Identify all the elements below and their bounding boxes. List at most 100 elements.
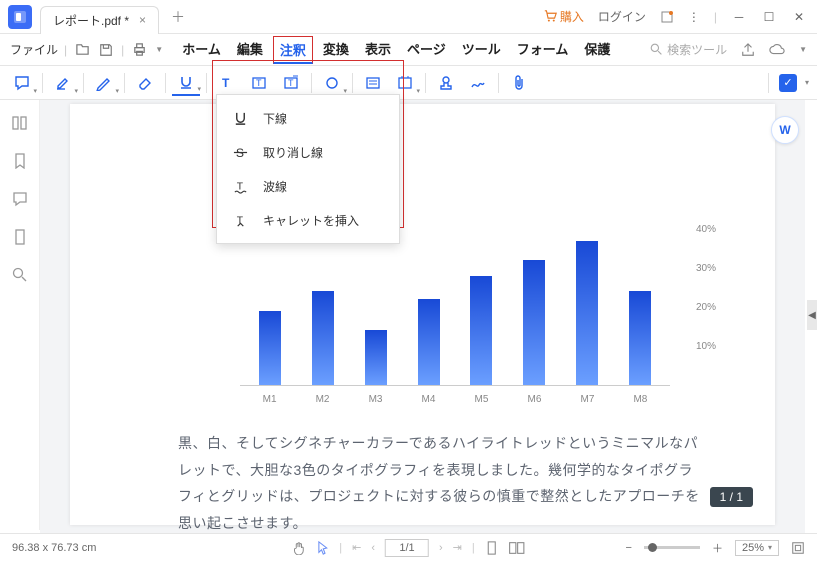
- thumbnails-icon[interactable]: [11, 114, 29, 132]
- menu-tool[interactable]: ツール: [456, 36, 507, 64]
- menu-annotate[interactable]: 注釈: [273, 36, 313, 64]
- first-page-icon[interactable]: ⇤: [352, 541, 361, 554]
- cloud-icon[interactable]: [769, 43, 785, 57]
- bookmark-icon[interactable]: [11, 152, 29, 170]
- help-icon[interactable]: ▼: [799, 45, 807, 54]
- search-tool[interactable]: 検索ツール: [650, 41, 727, 58]
- attachment-tool[interactable]: [505, 70, 533, 96]
- word-export-badge[interactable]: W: [771, 116, 799, 144]
- stamp-tool[interactable]: [432, 70, 460, 96]
- menu-protect[interactable]: 保護: [578, 36, 616, 64]
- zoom-slider[interactable]: [644, 546, 700, 549]
- facing-mode-icon[interactable]: [509, 541, 525, 555]
- file-menu[interactable]: ファイル: [10, 41, 58, 58]
- bar-M2: [312, 291, 334, 385]
- last-page-icon[interactable]: ⇥: [453, 541, 462, 554]
- measure-tool[interactable]: ▾: [391, 70, 419, 96]
- buy-link[interactable]: 購入: [544, 8, 584, 25]
- y-label: 40%: [696, 224, 716, 235]
- x-label: M1: [250, 394, 290, 405]
- page: M1M2M3M4M5M6M7M810%20%30%40% 黒、白、そしてシグネチ…: [70, 104, 775, 525]
- cart-icon: [544, 10, 557, 23]
- next-page-icon[interactable]: ›: [439, 542, 443, 554]
- svg-text:T: T: [288, 78, 294, 88]
- close-tab-icon[interactable]: ×: [139, 13, 146, 27]
- text-comment-tool[interactable]: T: [277, 70, 305, 96]
- underline-tool[interactable]: ▾: [172, 70, 200, 96]
- print-icon[interactable]: [130, 41, 148, 59]
- dropdown-squiggly[interactable]: T 波線: [217, 169, 399, 203]
- dropdown-underline[interactable]: 下線: [217, 101, 399, 135]
- shape-tool[interactable]: ▾: [318, 70, 346, 96]
- eraser-tool[interactable]: [131, 70, 159, 96]
- prev-page-icon[interactable]: ‹: [371, 542, 375, 554]
- highlight-tool[interactable]: ▾: [49, 70, 77, 96]
- svg-text:T: T: [236, 181, 243, 192]
- underline-icon: [231, 109, 249, 127]
- app-icon: [8, 5, 32, 29]
- zoom-out-icon[interactable]: −: [626, 542, 632, 554]
- main-menu: ホーム 編集 注釈 変換 表示 ページ ツール フォーム 保護: [176, 36, 616, 64]
- zoom-in-icon[interactable]: ＋: [712, 540, 723, 556]
- bar-chart: M1M2M3M4M5M6M7M810%20%30%40%: [240, 230, 720, 410]
- comment-icon[interactable]: [11, 190, 29, 208]
- search-icon: [650, 43, 663, 56]
- bar-M5: [470, 276, 492, 385]
- page-dimensions: 96.38 x 76.73 cm: [12, 542, 96, 554]
- keep-tool-toggle[interactable]: ✓: [779, 74, 797, 92]
- hand-tool-icon[interactable]: [292, 541, 306, 555]
- textbox-tool[interactable]: T: [213, 70, 241, 96]
- maximize-button[interactable]: ☐: [761, 9, 777, 25]
- menu-view[interactable]: 表示: [359, 36, 397, 64]
- scroll-mode-icon[interactable]: [485, 541, 499, 555]
- note-tool[interactable]: ▾: [8, 70, 36, 96]
- keep-tool-chevron[interactable]: ▾: [805, 78, 809, 87]
- document-tab[interactable]: レポート.pdf * ×: [40, 6, 159, 34]
- x-label: M7: [567, 394, 607, 405]
- save-icon[interactable]: [97, 41, 115, 59]
- menu-bar: ファイル | | ▼ ホーム 編集 注釈 変換 表示 ページ ツール フォーム …: [0, 34, 817, 66]
- svg-text:T: T: [222, 76, 230, 90]
- close-window-button[interactable]: ✕: [791, 9, 807, 25]
- menu-form[interactable]: フォーム: [511, 36, 575, 64]
- y-label: 30%: [696, 263, 716, 274]
- signature-tool[interactable]: [464, 70, 492, 96]
- text-callout-tool[interactable]: T: [245, 70, 273, 96]
- y-label: 20%: [696, 302, 716, 313]
- area-highlight-tool[interactable]: [359, 70, 387, 96]
- strikethrough-icon: S: [231, 143, 249, 161]
- bar-M3: [365, 330, 387, 385]
- menu-home[interactable]: ホーム: [176, 36, 227, 64]
- annotation-toolbar: ▾ ▾ ▾ ▾ T T T ▾ ▾ ✓ ▾: [0, 66, 817, 100]
- x-label: M6: [514, 394, 554, 405]
- zoom-select[interactable]: 25%▾: [735, 540, 779, 556]
- title-bar: レポート.pdf * × ＋ 購入 ログイン ⋮ | ─ ☐ ✕: [0, 0, 817, 34]
- login-link[interactable]: ログイン: [598, 8, 646, 25]
- dropdown-strikethrough[interactable]: S 取り消し線: [217, 135, 399, 169]
- pencil-tool[interactable]: ▾: [90, 70, 118, 96]
- dropdown-caret[interactable]: T キャレットを挿入: [217, 203, 399, 237]
- x-label: M3: [356, 394, 396, 405]
- x-label: M8: [620, 394, 660, 405]
- bar-M4: [418, 299, 440, 385]
- menu-edit[interactable]: 編集: [231, 36, 269, 64]
- right-panel-toggle[interactable]: ◀: [807, 300, 817, 330]
- menu-page[interactable]: ページ: [401, 36, 452, 64]
- select-tool-icon[interactable]: [316, 541, 329, 555]
- more-icon[interactable]: ⋮: [688, 10, 700, 24]
- document-title: レポート.pdf *: [53, 12, 129, 29]
- search-panel-icon[interactable]: [11, 266, 29, 284]
- minimize-button[interactable]: ─: [731, 9, 747, 25]
- open-icon[interactable]: [73, 41, 91, 59]
- new-tab-button[interactable]: ＋: [171, 7, 185, 27]
- share-icon[interactable]: [741, 43, 755, 57]
- svg-text:T: T: [256, 78, 262, 88]
- left-sidebar: [0, 100, 40, 530]
- document-canvas[interactable]: M1M2M3M4M5M6M7M810%20%30%40% 黒、白、そしてシグネチ…: [40, 100, 805, 533]
- menu-convert[interactable]: 変換: [317, 36, 355, 64]
- page-input[interactable]: 1 /1: [385, 539, 429, 557]
- attachment-panel-icon[interactable]: [11, 228, 29, 246]
- notification-icon[interactable]: [660, 10, 674, 24]
- fit-page-icon[interactable]: [791, 541, 805, 555]
- print-dropdown-icon[interactable]: ▼: [154, 41, 164, 59]
